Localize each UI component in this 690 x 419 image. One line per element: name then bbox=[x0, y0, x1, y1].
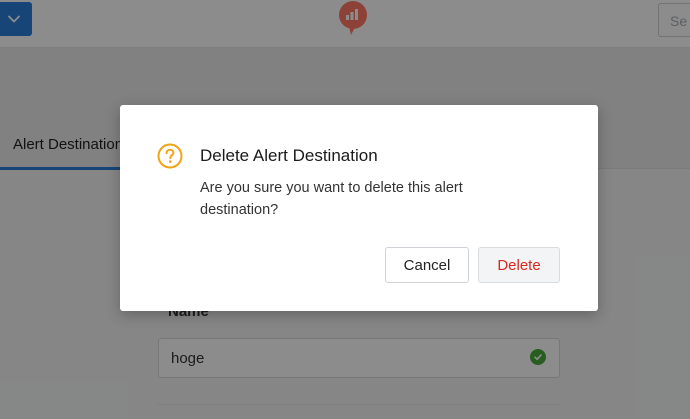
question-circle-icon bbox=[157, 143, 183, 169]
page: Se Alert Destination Name hoge Delete Al… bbox=[0, 0, 690, 419]
delete-confirm-dialog: Delete Alert Destination Are you sure yo… bbox=[120, 105, 598, 311]
cancel-button[interactable]: Cancel bbox=[385, 247, 469, 283]
delete-button[interactable]: Delete bbox=[478, 247, 560, 283]
dialog-title: Delete Alert Destination bbox=[200, 146, 378, 165]
dialog-message: Are you sure you want to delete this ale… bbox=[200, 180, 463, 218]
